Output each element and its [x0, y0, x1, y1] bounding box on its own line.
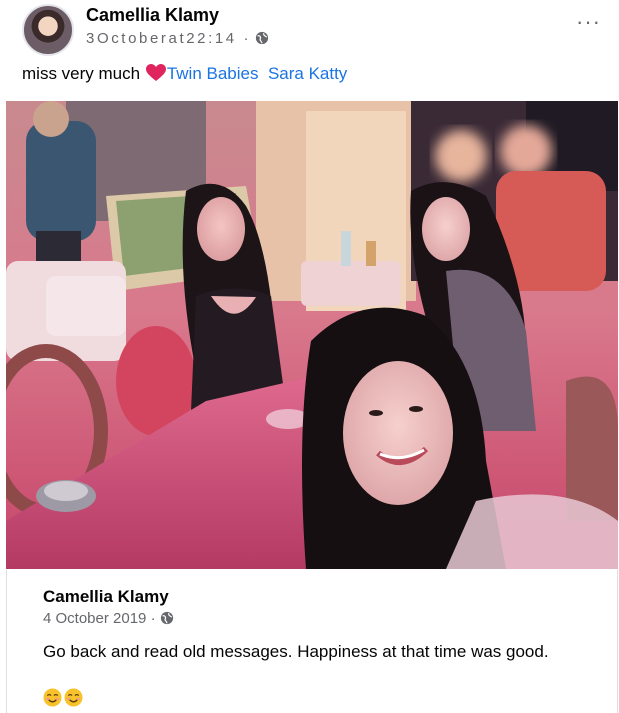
tag-sara-katty[interactable]: Sara Katty [268, 64, 347, 83]
author-name[interactable]: Camellia Klamy [86, 5, 219, 26]
shared-post-meta: 4 October 2019 · [43, 610, 174, 629]
caption-text: miss very much [22, 64, 141, 83]
smiling-face-icon [43, 688, 62, 707]
emoji-row [43, 688, 85, 712]
meta-separator: · [243, 30, 252, 47]
shared-author-name[interactable]: Camellia Klamy [43, 587, 169, 607]
post-meta: 3Octoberat22:14 · [86, 30, 269, 49]
shared-meta-separator: · [150, 610, 156, 627]
post-timestamp[interactable]: 3Octoberat22:14 [86, 30, 237, 47]
shared-post-card[interactable]: Camellia Klamy 4 October 2019 · Go back … [6, 570, 618, 713]
more-options-button[interactable]: ··· [576, 11, 601, 33]
shared-post-date[interactable]: 4 October 2019 [43, 610, 146, 627]
tag-twin-babies[interactable]: Twin Babies [167, 64, 259, 83]
globe-icon[interactable] [160, 611, 174, 629]
post-header: Camellia Klamy 3Octoberat22:14 · ··· [0, 0, 619, 60]
smiling-face-icon [64, 688, 83, 707]
author-avatar[interactable] [22, 4, 74, 56]
red-heart-icon [145, 64, 166, 87]
shared-post-text: Go back and read old messages. Happiness… [43, 642, 549, 661]
post-photo[interactable] [6, 101, 618, 569]
globe-icon[interactable] [255, 31, 269, 49]
post-caption: miss very much Twin Babies Sara Katty [22, 64, 347, 87]
